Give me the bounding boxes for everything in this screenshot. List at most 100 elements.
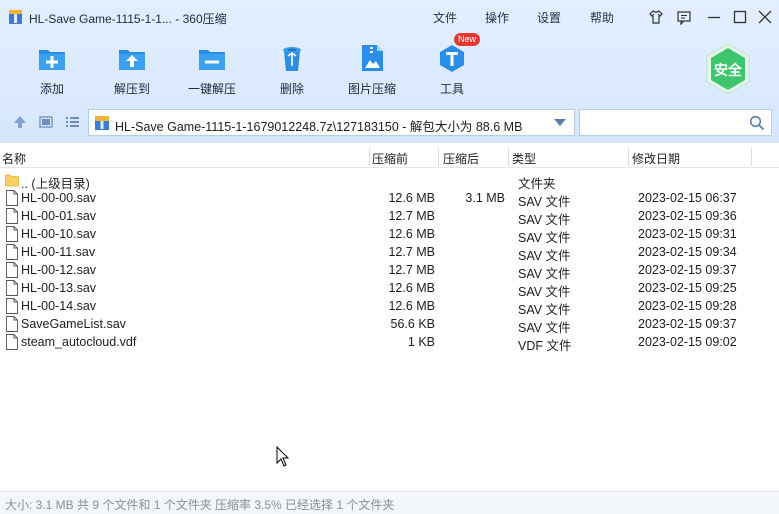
one-click-extract-button[interactable]: 一键解压 [176,38,248,100]
original-size: 12.6 MB [388,227,435,241]
modified-date: 2023-02-15 06:37 [638,191,737,205]
file-icon [6,334,18,350]
col-type[interactable]: 类型 [512,150,536,167]
window-title: HL-Save Game-1115-1-1... - 360压缩 [29,12,227,26]
modified-date: 2023-02-15 09:36 [638,209,737,223]
original-size: 12.6 MB [388,299,435,313]
col-compressed-size[interactable]: 压缩后 [443,150,479,167]
modified-date: 2023-02-15 09:37 [638,317,737,331]
security-shield[interactable]: 安全 [705,43,751,95]
original-size: 56.6 KB [390,317,435,331]
column-header: 名称 压缩前 压缩后 类型 修改日期 [0,146,779,168]
file-name: HL-00-11.sav [21,245,96,259]
maximize-icon[interactable] [732,9,748,25]
file-row[interactable]: HL-00-01.sav 12.7 MB SAV 文件 2023-02-15 09:3… [0,207,779,227]
folder-icon [5,174,19,187]
file-name: HL-00-01.sav [21,209,97,223]
file-name: steam_autocloud.vdf [21,335,137,349]
file-icon [6,244,18,260]
archive-icon [95,116,109,130]
modified-date: 2023-02-15 09:28 [638,299,737,313]
search-input[interactable] [584,113,744,132]
col-separator[interactable] [751,148,752,166]
col-separator[interactable] [438,148,439,166]
file-row[interactable]: steam_autocloud.vdf 1 KB VDF 文件 2023-02-15 … [0,333,779,353]
delete-button[interactable]: 删除 [256,38,328,100]
extract-to-icon [119,50,145,70]
file-row[interactable]: HL-00-00.sav 12.6 MB 3.1 MB SAV 文件 2023-02-1… [0,189,779,209]
new-badge: New [454,33,480,46]
image-compress-button[interactable]: 图片压缩 [336,38,408,100]
skin-shirt-icon[interactable] [648,9,664,25]
menu-file[interactable]: 文件 [433,9,457,26]
status-bar: 大小: 3.1 MB 共 9 个文件和 1 个文件夹 压缩率 3.5% 已经选择… [0,491,779,514]
original-size: 12.7 MB [388,245,435,259]
compressed-size: 3.1 MB [465,191,505,205]
feedback-icon[interactable] [676,9,692,25]
search-box[interactable] [579,109,772,136]
file-icon [6,298,18,314]
menu-operation[interactable]: 操作 [485,9,509,26]
original-size: 12.6 MB [388,281,435,295]
minimize-icon[interactable] [706,9,722,25]
menu-help[interactable]: 帮助 [590,9,614,26]
file-name: HL-00-00.sav [21,191,97,205]
file-icon [6,262,18,278]
modified-date: 2023-02-15 09:37 [638,263,737,277]
col-separator[interactable] [508,148,509,166]
col-name[interactable]: 名称 [2,150,26,167]
up-arrow-icon[interactable] [11,113,29,131]
file-row[interactable]: HL-00-14.sav 12.6 MB SAV 文件 2023-02-15 09:2… [0,297,779,317]
close-icon[interactable] [757,9,773,25]
file-row[interactable]: HL-00-12.sav 12.7 MB SAV 文件 2023-02-15 09:3… [0,261,779,281]
modified-date: 2023-02-15 09:02 [638,335,737,349]
address-dropdown-icon[interactable] [554,119,566,126]
col-separator[interactable] [628,148,629,166]
one-click-extract-icon [199,50,225,70]
app-archive-icon [9,10,22,24]
file-icon [6,208,18,224]
file-row[interactable]: HL-00-10.sav 12.6 MB SAV 文件 2023-02-15 09:3… [0,225,779,245]
list-view-icon[interactable] [63,113,81,131]
status-text: 大小: 3.1 MB 共 9 个文件和 1 个文件夹 压缩率 3.5% 已经选择… [5,498,395,512]
trash-icon [283,47,301,71]
file-icon [6,190,18,206]
file-name: HL-00-14.sav [21,299,97,313]
parent-directory-row[interactable]: .. (上级目录) 文件夹 [0,171,779,191]
file-icon [6,316,18,332]
image-compress-label: 图片压缩 [347,82,396,96]
thumbnail-view-icon[interactable] [37,113,55,131]
extract-to-button[interactable]: 解压到 [96,38,168,100]
search-icon[interactable] [749,115,765,131]
tools-button[interactable]: New 工具 [416,33,488,100]
tools-label: 工具 [439,82,464,96]
add-button[interactable]: 添加 [16,38,88,100]
file-row[interactable]: SaveGameList.sav 56.6 KB SAV 文件 2023-02-15 … [0,315,779,335]
menu-settings[interactable]: 设置 [537,9,561,26]
original-size: 12.7 MB [388,209,435,223]
title-bar: HL-Save Game-1115-1-1... - 360压缩 文件 操作 设… [0,0,779,34]
col-original-size[interactable]: 压缩前 [372,150,408,167]
tools-icon [440,45,464,72]
original-size: 1 KB [407,335,435,349]
file-name: HL-00-10.sav [21,227,97,241]
add-icon [39,50,65,70]
modified-date: 2023-02-15 09:34 [638,245,737,259]
mouse-cursor-icon [276,446,290,467]
file-icon [6,280,18,296]
image-compress-icon [362,45,383,71]
address-path: HL-Save Game-1115-1-1679012248.7z\127183… [115,120,523,134]
col-modified[interactable]: 修改日期 [632,150,680,167]
file-name: HL-00-12.sav [21,263,97,277]
original-size: 12.6 MB [388,191,435,205]
add-label: 添加 [39,82,64,96]
file-type: VDF 文件 [518,339,572,353]
col-separator[interactable] [369,148,370,166]
address-bar[interactable]: HL-Save Game-1115-1-1679012248.7z\127183… [88,109,575,136]
file-row[interactable]: HL-00-13.sav 12.6 MB SAV 文件 2023-02-15 09:2… [0,279,779,299]
header-area: HL-Save Game-1115-1-1... - 360压缩 文件 操作 设… [0,0,779,143]
modified-date: 2023-02-15 09:31 [638,227,737,241]
file-name: SaveGameList.sav [21,317,126,331]
file-icon [6,226,18,242]
file-row[interactable]: HL-00-11.sav 12.7 MB SAV 文件 2023-02-15 09:3… [0,243,779,263]
